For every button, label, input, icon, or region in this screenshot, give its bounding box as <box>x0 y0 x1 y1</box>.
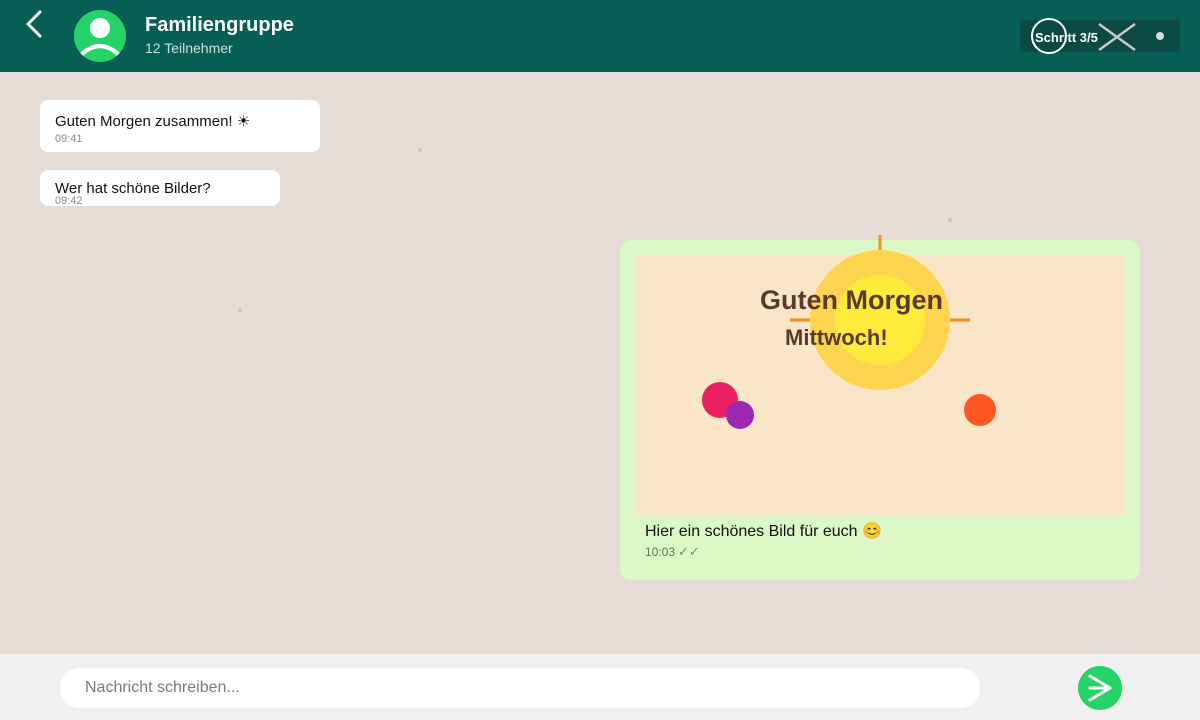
greeting-image[interactable]: Guten Morgen Mittwoch! <box>635 235 1125 515</box>
close-button[interactable] <box>1097 22 1137 52</box>
incoming-message[interactable]: Guten Morgen zusammen! ☀ 09:41 <box>40 100 320 152</box>
message-caption: Hier ein schönes Bild für euch 😊 <box>645 523 882 540</box>
image-title: Guten Morgen <box>760 285 943 315</box>
message-meta: 10:03 ✓✓ <box>645 544 700 560</box>
participant-count: 12 Teilnehmer <box>145 40 233 56</box>
dot-icon[interactable] <box>1156 32 1164 40</box>
message-text: Guten Morgen zusammen! ☀ <box>55 113 251 130</box>
chat-header: Familiengruppe 12 Teilnehmer Schritt 3/5 <box>0 0 1200 72</box>
outgoing-message[interactable]: Guten Morgen Mittwoch! Hier ein schönes … <box>620 235 1140 580</box>
message-time: 10:03 <box>645 545 676 559</box>
close-icon <box>1098 22 1136 52</box>
message-time: 09:42 <box>55 195 83 206</box>
background-speck <box>948 218 952 222</box>
chat-area[interactable]: Guten Morgen zusammen! ☀ 09:41 Wer hat s… <box>0 72 1200 654</box>
chevron-left-icon <box>26 10 42 38</box>
back-button[interactable] <box>20 8 50 42</box>
background-speck <box>418 148 422 152</box>
message-time: 09:41 <box>55 133 83 145</box>
incoming-message[interactable]: Wer hat schöne Bilder? 09:42 <box>40 170 280 206</box>
group-avatar[interactable] <box>74 10 126 62</box>
group-name[interactable]: Familiengruppe <box>145 14 294 37</box>
composer-bar <box>0 654 1200 720</box>
read-receipt-icon: ✓✓ <box>678 544 700 559</box>
step-label: Schritt 3/5 <box>1035 30 1098 45</box>
step-indicator: Schritt 3/5 <box>1020 18 1180 54</box>
background-speck <box>238 308 242 312</box>
send-button[interactable] <box>1078 666 1122 710</box>
send-icon <box>1088 674 1112 702</box>
image-subtitle: Mittwoch! <box>785 325 888 350</box>
message-input[interactable] <box>60 668 980 708</box>
user-icon <box>80 18 120 56</box>
